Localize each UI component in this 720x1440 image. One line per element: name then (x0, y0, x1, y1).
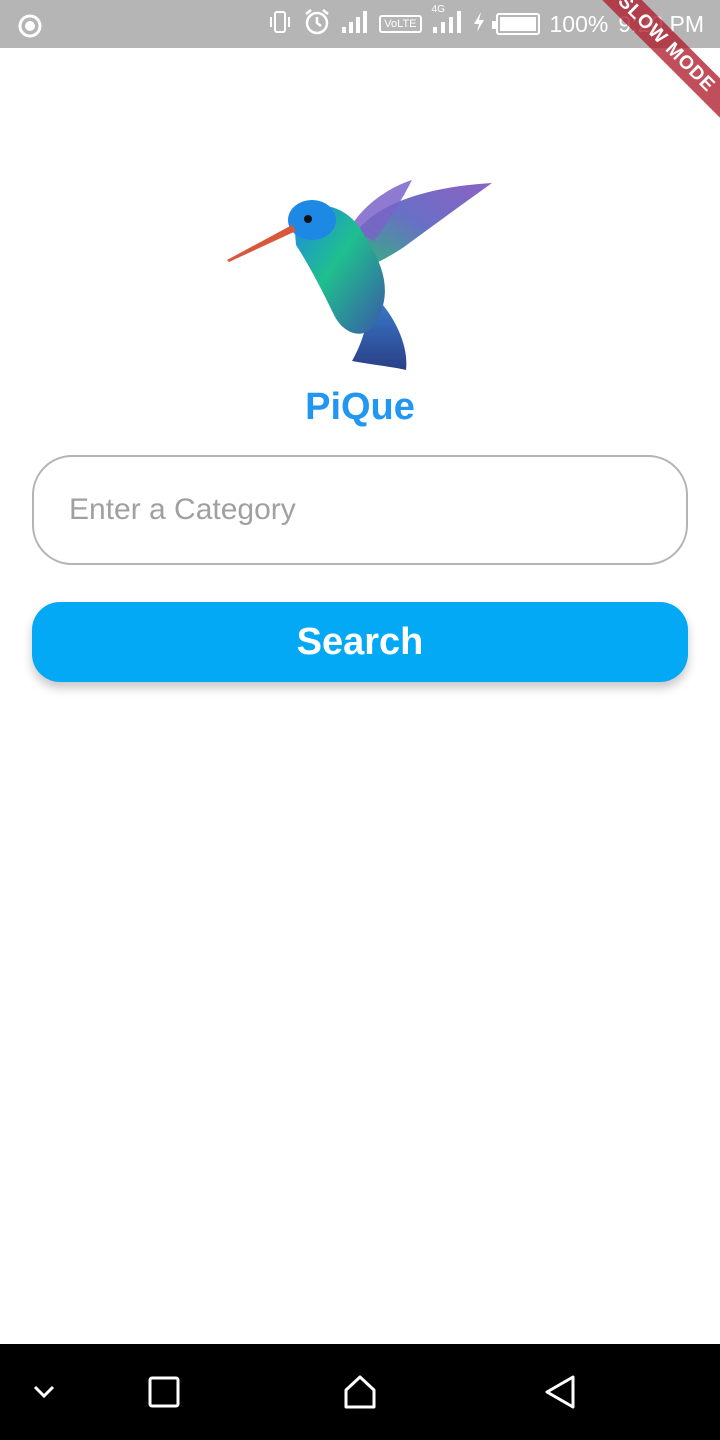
vibrate-icon (267, 9, 293, 40)
search-button[interactable]: Search (32, 602, 688, 682)
recents-icon[interactable] (116, 1344, 212, 1440)
battery-icon (491, 13, 540, 35)
category-input[interactable] (34, 457, 686, 563)
clock: 9:20 PM (618, 10, 704, 37)
app-screen: VoLTE 4G 100% 9:20 PM SLOW MODE PiQue En… (0, 0, 720, 1440)
status-bar: VoLTE 4G 100% 9:20 PM (0, 0, 720, 48)
hummingbird-logo (224, 175, 496, 377)
volte-icon: VoLTE (379, 15, 422, 33)
chevron-down-icon[interactable] (0, 1344, 92, 1440)
navigation-bar (0, 1344, 720, 1440)
app-title: PiQue (305, 386, 415, 428)
signal-4g-icon: 4G (432, 4, 462, 39)
alarm-icon (303, 8, 331, 41)
charging-icon (472, 11, 486, 38)
back-icon[interactable] (512, 1344, 608, 1440)
category-field[interactable] (32, 455, 688, 565)
record-icon (18, 14, 42, 43)
home-icon[interactable] (312, 1344, 408, 1440)
network-type-label: 4G (431, 3, 445, 15)
signal-icon (341, 10, 369, 39)
status-icons: VoLTE 4G 100% 9:20 PM (267, 0, 704, 48)
battery-percent: 100% (549, 10, 609, 37)
